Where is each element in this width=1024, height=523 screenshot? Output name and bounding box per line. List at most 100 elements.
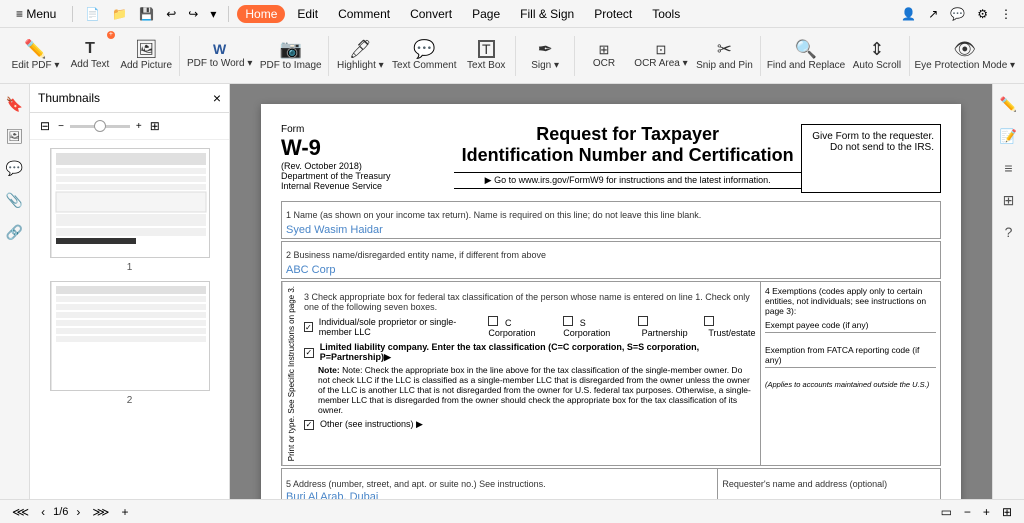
highlight-button[interactable]: 🖊 Highlight ▾ xyxy=(333,31,387,81)
menu-protect[interactable]: Protect xyxy=(586,5,640,23)
right-help-icon[interactable]: ? xyxy=(997,220,1021,244)
single-page-view-button[interactable]: ▭ xyxy=(937,504,956,520)
menu-comment[interactable]: Comment xyxy=(330,5,398,23)
thumb-expand-icon[interactable]: ⊞ xyxy=(148,117,162,135)
scorp-checkbox[interactable] xyxy=(563,316,573,326)
w9-field1-container: 1 Name (as shown on your income tax retu… xyxy=(281,201,941,239)
share-icon[interactable]: ↗ xyxy=(924,5,942,23)
grid-layout-button[interactable]: ⊞ xyxy=(998,504,1016,520)
thumb-zoom-in[interactable]: + xyxy=(136,121,142,132)
ocr-area-button[interactable]: ⊡ OCR Area ▾ xyxy=(631,31,691,81)
text-box-button[interactable]: T Text Box xyxy=(461,31,511,81)
new-file-icon[interactable]: 📄 xyxy=(81,5,104,23)
pdf-viewer[interactable]: Form W-9 (Rev. October 2018) Department … xyxy=(230,84,992,523)
text-comment-button[interactable]: 💬 Text Comment xyxy=(389,31,459,81)
toolbar: ✏️ Edit PDF ▾ T + Add Text 🖼 Add Picture… xyxy=(0,28,1024,84)
partnership-label: Partnership xyxy=(642,328,688,338)
zoom-out-button[interactable]: − xyxy=(960,504,975,520)
add-text-button[interactable]: T + Add Text xyxy=(65,31,115,81)
account-icon[interactable]: 👤 xyxy=(897,5,920,23)
undo-icon[interactable]: ↩ xyxy=(162,5,180,23)
w9-field1-value: Syed Wasim Haidar xyxy=(282,222,940,238)
save-icon[interactable]: 💾 xyxy=(135,5,158,23)
toolbar-sep-5 xyxy=(760,36,761,76)
w9-give-form: Give Form to the requester. Do not send … xyxy=(801,124,941,193)
sidebar-links-icon[interactable]: 🔗 xyxy=(3,220,27,244)
right-note-icon[interactable]: 📝 xyxy=(997,124,1021,148)
right-list-icon[interactable]: ≡ xyxy=(997,156,1021,180)
thumb-zoom-slider[interactable] xyxy=(70,125,130,128)
redo-icon[interactable]: ↪ xyxy=(184,5,202,23)
zoom-in-button[interactable]: + xyxy=(979,504,994,520)
settings-icon[interactable]: ⚙ xyxy=(973,5,992,23)
trust-checkbox[interactable] xyxy=(704,316,714,326)
eye-protection-button[interactable]: 👁 Eye Protection Mode ▾ xyxy=(914,31,1016,81)
sign-button[interactable]: ✒ Sign ▾ xyxy=(520,31,570,81)
auto-scroll-button[interactable]: ⇕ Auto Scroll xyxy=(849,31,904,81)
pdf-to-word-button[interactable]: W PDF to Word ▾ xyxy=(184,31,255,81)
find-replace-icon: 🔍 xyxy=(795,40,817,58)
thumbnail-svg-1 xyxy=(51,148,209,258)
nav-last-button[interactable]: ⋙ xyxy=(88,504,113,520)
sidebar-bookmark-icon[interactable]: 🔖 xyxy=(3,92,27,116)
menu-hamburger[interactable]: ≡ Menu xyxy=(8,5,64,23)
sidebar-comments-icon[interactable]: 💬 xyxy=(3,156,27,180)
thumbnail-img-2 xyxy=(50,281,210,391)
ccorp-checkbox[interactable] xyxy=(488,316,498,326)
w9-form-number: W-9 xyxy=(281,135,454,161)
thumb-page-num-1: 1 xyxy=(127,262,133,273)
chat-icon[interactable]: 💬 xyxy=(946,5,969,23)
right-edit-icon[interactable]: ✏️ xyxy=(997,92,1021,116)
menu-page[interactable]: Page xyxy=(464,5,508,23)
thumb-collapse-icon[interactable]: ⊟ xyxy=(38,117,52,135)
menu-edit[interactable]: Edit xyxy=(289,5,326,23)
pdf-to-image-button[interactable]: 📷 PDF to Image xyxy=(257,31,324,81)
w9-field3-label: 3 Check appropriate box for federal tax … xyxy=(304,292,756,312)
other-checkbox[interactable]: ✓ xyxy=(304,420,314,430)
thumb-page-num-2: 2 xyxy=(127,395,133,406)
thumbnail-page-2[interactable]: 2 xyxy=(38,281,221,406)
thumbnail-svg-2 xyxy=(51,281,209,391)
w9-exemptions: 4 Exemptions (codes apply only to certai… xyxy=(760,282,940,465)
sidebar-attachments-icon[interactable]: 📎 xyxy=(3,188,27,212)
snip-pin-icon: ✂ xyxy=(717,40,732,58)
menu-convert[interactable]: Convert xyxy=(402,5,460,23)
add-text-label: Add Text xyxy=(71,59,110,70)
text-comment-icon: 💬 xyxy=(413,40,435,58)
add-text-badge: + xyxy=(107,31,115,39)
w9-field3-container: Print or type. See Specific Instructions… xyxy=(281,281,941,466)
w9-llc-note: Note: Note: Check the appropriate box in… xyxy=(318,365,756,415)
thumbnail-page-1[interactable]: 1 xyxy=(38,148,221,273)
thumbnail-close-button[interactable]: × xyxy=(213,90,221,106)
partnership-checkbox[interactable] xyxy=(638,316,648,326)
open-file-icon[interactable]: 📁 xyxy=(108,5,131,23)
menu-tools[interactable]: Tools xyxy=(644,5,688,23)
snip-pin-button[interactable]: ✂ Snip and Pin xyxy=(693,31,756,81)
add-picture-button[interactable]: 🖼 Add Picture xyxy=(117,31,175,81)
ocr-button[interactable]: ⊞ OCR xyxy=(579,31,629,81)
w9-vertical-text: Print or type. See Specific Instructions… xyxy=(282,282,300,465)
edit-pdf-button[interactable]: ✏️ Edit PDF ▾ xyxy=(8,31,63,81)
nav-prev-button[interactable]: ‹ xyxy=(37,504,49,520)
find-replace-button[interactable]: 🔍 Find and Replace xyxy=(765,31,847,81)
thumb-zoom-out[interactable]: − xyxy=(58,121,64,132)
ocr-icon: ⊞ xyxy=(599,43,610,56)
trust-checkbox-group: Trust/estate xyxy=(704,316,756,338)
w9-form-info: Form W-9 (Rev. October 2018) Department … xyxy=(281,124,454,193)
add-page-button[interactable]: + xyxy=(117,504,132,520)
edit-pdf-label: Edit PDF ▾ xyxy=(12,60,60,71)
more-icon[interactable]: ▾ xyxy=(206,5,220,23)
menu-fill-sign[interactable]: Fill & Sign xyxy=(512,5,582,23)
thumbnail-img-1 xyxy=(50,148,210,258)
sidebar-thumbnails-icon[interactable]: 🖼 xyxy=(3,124,27,148)
thumbnail-toolbar: ⊟ − + ⊞ xyxy=(30,113,229,140)
overflow-icon[interactable]: ⋮ xyxy=(996,5,1016,23)
llc-checkbox[interactable]: ✓ xyxy=(304,348,314,358)
nav-next-button[interactable]: › xyxy=(72,504,84,520)
pdf-page: Form W-9 (Rev. October 2018) Department … xyxy=(261,104,961,523)
menu-home[interactable]: Home xyxy=(237,5,285,23)
thumbnail-panel: Thumbnails × ⊟ − + ⊞ xyxy=(30,84,230,523)
individual-checkbox[interactable]: ✓ xyxy=(304,322,313,332)
nav-first-button[interactable]: ⋘ xyxy=(8,504,33,520)
right-grid-icon[interactable]: ⊞ xyxy=(997,188,1021,212)
